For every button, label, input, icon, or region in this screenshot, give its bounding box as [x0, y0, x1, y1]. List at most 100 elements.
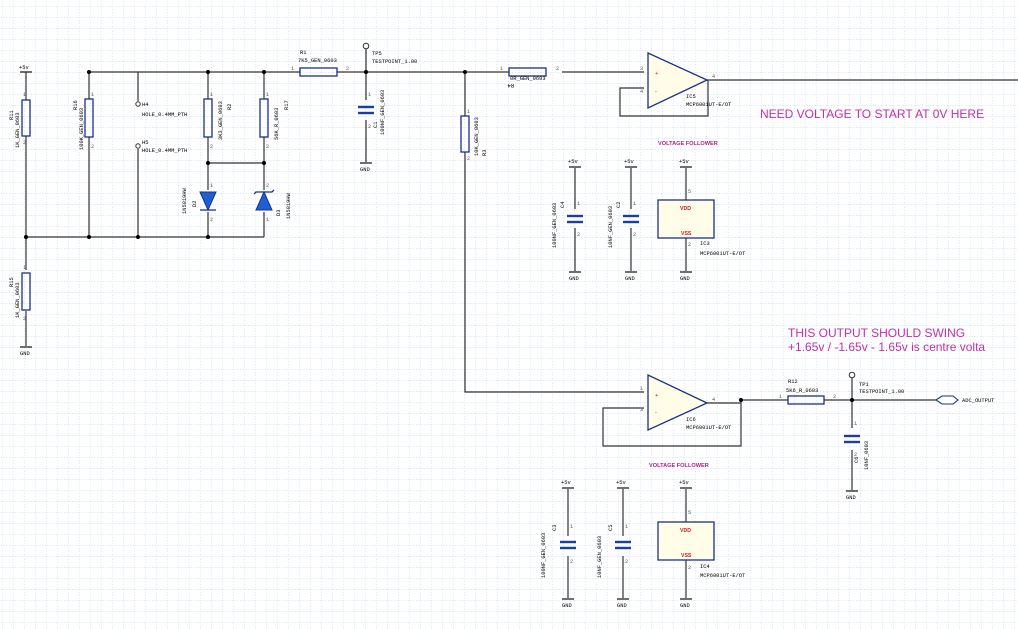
testpoint-ref: TP1 — [859, 382, 869, 388]
svg-text:2: 2 — [368, 124, 371, 130]
gnd-label: GND — [20, 351, 30, 357]
junction-dot — [206, 161, 210, 165]
schematic-svg: +5v GND GND +5v +5v +5v GND GND GND +5v … — [0, 0, 1018, 629]
vdd-label: VDD — [680, 206, 691, 212]
gnd-label: GND — [846, 495, 856, 501]
resistor-value: 0R_GEN_0603 — [510, 76, 546, 82]
resistor-value: 10K_GEN_0603 — [474, 117, 480, 156]
capacitor-ref: C1 — [373, 122, 379, 128]
svg-text:2: 2 — [23, 140, 26, 146]
hole-value: HOLE_0.4MM_PTH — [142, 112, 187, 118]
capacitor-value: 100NF_GEN_0603 — [541, 533, 547, 578]
vss-label: VSS — [681, 553, 692, 559]
diode-ref: D3 — [276, 210, 282, 216]
gnd-label: GND — [569, 276, 579, 282]
resistor-ref: R17 — [284, 100, 290, 110]
testpoint-pad[interactable] — [362, 42, 370, 50]
vcc-label: +5v — [679, 159, 689, 165]
svg-text:1: 1 — [779, 394, 782, 400]
capacitor-ref: C3 — [552, 525, 558, 531]
opamp-ref: IC3 — [700, 241, 710, 247]
svg-text:1: 1 — [266, 92, 269, 98]
svg-text:5: 5 — [688, 189, 691, 195]
diode-value: 1N5819HW — [286, 192, 292, 219]
svg-text:1: 1 — [577, 201, 580, 207]
junction-dot — [87, 235, 91, 239]
voltage-follower-label: VOLTAGE FOLLOWER — [649, 463, 709, 469]
svg-text:2: 2 — [210, 144, 213, 150]
capacitor-ref: C6 — [854, 457, 860, 463]
vcc-label: +5v — [624, 159, 634, 165]
hole-ref: H4 — [142, 102, 148, 108]
capacitor-ref: C5 — [608, 525, 614, 531]
note-start-voltage: NEED VOLTAGE TO START AT 0V HERE — [760, 107, 984, 121]
junction-dot — [24, 235, 28, 239]
gnd-label: GND — [360, 167, 370, 173]
capacitor-value: 100NF_GEN_0603 — [552, 203, 558, 248]
opamp-ref: IC5 — [686, 94, 696, 100]
gnd-label: GND — [562, 603, 572, 609]
svg-text:2: 2 — [467, 156, 470, 162]
vcc-label: +5v — [679, 480, 689, 486]
svg-text:1: 1 — [210, 183, 213, 189]
opamp-part: MCP6001UT-E/OT — [700, 251, 746, 257]
opamp-part: MCP6001UT-E/OT — [700, 573, 746, 579]
junction-dot — [136, 235, 140, 239]
resistor-value: 1K_GEN_0603 — [15, 112, 21, 148]
junction-dot — [463, 70, 467, 74]
svg-text:2: 2 — [633, 232, 636, 238]
svg-text:1: 1 — [23, 92, 26, 98]
svg-text:2: 2 — [346, 66, 349, 72]
svg-text:3: 3 — [640, 407, 643, 413]
svg-text:1: 1 — [640, 386, 643, 392]
svg-text:2: 2 — [625, 559, 628, 565]
svg-text:1: 1 — [633, 201, 636, 207]
svg-text:-: - — [655, 89, 657, 95]
junction-dot — [262, 161, 266, 165]
capacitor-value: 10NF_0603 — [864, 441, 870, 470]
svg-text:2: 2 — [266, 144, 269, 150]
svg-text:3: 3 — [640, 66, 643, 72]
opamp-ref: IC6 — [686, 417, 696, 423]
grid-background — [0, 0, 1018, 629]
svg-text:1: 1 — [23, 265, 26, 271]
svg-text:1: 1 — [467, 109, 470, 115]
gnd-label: GND — [680, 276, 690, 282]
resistor-value: 100K_GEN_0603 — [79, 108, 85, 150]
opamp-part: MCP6001UT-E/OT — [686, 425, 732, 431]
svg-text:4: 4 — [712, 74, 715, 80]
resistor-value: 5K6_R_0603 — [786, 388, 818, 394]
vcc-label: +5v — [616, 480, 626, 486]
svg-text:2: 2 — [210, 217, 213, 223]
testpoint-ref: TP5 — [372, 51, 382, 57]
gnd-label: GND — [680, 603, 690, 609]
vcc-label: +5v — [561, 480, 571, 486]
svg-text:1: 1 — [500, 66, 503, 72]
vcc-label: +5v — [568, 159, 578, 165]
resistor-ref: R2 — [227, 104, 233, 110]
svg-text:1: 1 — [210, 92, 213, 98]
opamp-part: MCP6001UT-E/OT — [686, 102, 732, 108]
svg-text:1: 1 — [854, 421, 857, 427]
adc-output-port[interactable]: ADC_OUTPUT — [935, 395, 995, 405]
testpoint-pad[interactable] — [848, 371, 856, 379]
net-port-icon[interactable] — [935, 395, 959, 405]
resistor-value: 3K3_GEN_0603 — [218, 101, 224, 140]
vdd-label: VDD — [680, 528, 691, 534]
svg-text:1: 1 — [625, 524, 628, 530]
svg-text:2: 2 — [266, 183, 269, 189]
svg-text:1: 1 — [570, 524, 573, 530]
svg-text:2: 2 — [570, 559, 573, 565]
svg-text:1: 1 — [368, 92, 371, 98]
svg-text:4: 4 — [712, 397, 715, 403]
opamp-ref: IC4 — [700, 564, 710, 570]
junction-dot — [262, 70, 266, 74]
capacitor-ref: C2 — [616, 202, 622, 208]
junction-dot — [739, 398, 743, 402]
resistor-ref: R4 — [508, 82, 514, 88]
testpoint-value: TESTPOINT_1.00 — [372, 59, 417, 65]
schematic-canvas: +5v GND GND +5v +5v +5v GND GND GND +5v … — [0, 0, 1018, 629]
note-centre-voltage: +1.65v / -1.65v - 1.65v is centre volta — [788, 340, 985, 354]
svg-text:1: 1 — [91, 92, 94, 98]
junction-dot — [206, 70, 210, 74]
